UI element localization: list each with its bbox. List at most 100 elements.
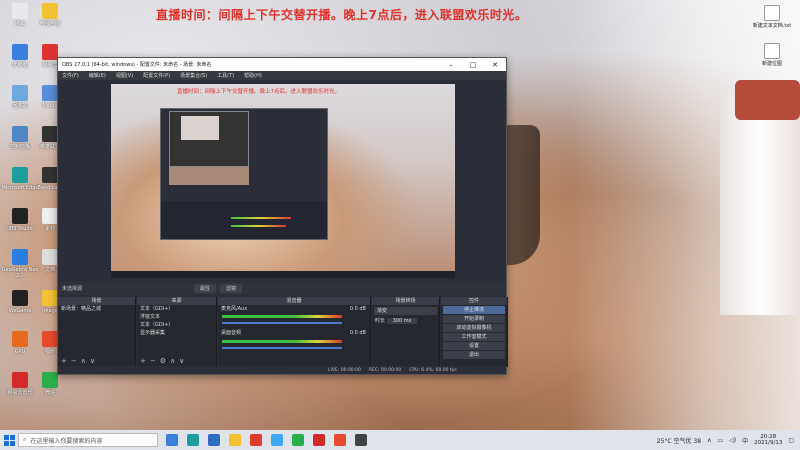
taskbar-search[interactable]: ⌕ 在这里输入你要搜索的内容 xyxy=(18,433,158,447)
app-icon xyxy=(42,85,58,101)
app-icon xyxy=(42,3,58,19)
menu-scene-collection[interactable]: 场景集合(S) xyxy=(180,72,207,79)
close-button[interactable]: ✕ xyxy=(484,61,506,69)
menu-help[interactable]: 帮助(H) xyxy=(244,72,262,79)
system-tray: 25°C 空气优 38 ∧ ▭ ◁) 中 20:28 2021/9/13 ▢ xyxy=(657,434,800,446)
obs-window[interactable]: OBS 27.0.1 (64-bit, windows) - 配置文件: 未命名… xyxy=(57,57,508,375)
taskbar-app-icon[interactable] xyxy=(355,434,367,446)
taskbar-app-icon[interactable] xyxy=(292,434,304,446)
ime-indicator[interactable]: 中 xyxy=(742,436,748,445)
start-recording-button[interactable]: 开始录制 xyxy=(443,315,505,323)
app-icon xyxy=(12,126,28,142)
taskbar-app-icon[interactable] xyxy=(208,434,220,446)
taskbar-app-icon[interactable] xyxy=(313,434,325,446)
duration-row: 时长 300 ms xyxy=(372,317,439,325)
cpu-status: CPU: 6.4%, 60.00 fps xyxy=(409,367,457,373)
app-icon xyxy=(12,290,28,306)
scenes-header: 场景 xyxy=(58,297,135,305)
sources-header: 来源 xyxy=(137,297,216,305)
app-icon xyxy=(12,3,28,19)
preview-taskbar xyxy=(111,271,455,278)
desktop-icon-label: 新建位图 xyxy=(761,61,782,67)
exit-button[interactable]: 退出 xyxy=(443,351,505,359)
desktop-icon-label: 新建文本文档.txt xyxy=(752,23,792,29)
desktop-icon-label: 微信 xyxy=(44,390,55,396)
minimize-button[interactable]: – xyxy=(440,61,462,69)
desktop-banner: 直播时间：间隔上下午交替开播。晚上7点后，进入联盟欢乐时光。 xyxy=(156,8,528,22)
taskbar-app-icon[interactable] xyxy=(187,434,199,446)
audio-meter xyxy=(222,315,342,318)
clock[interactable]: 20:28 2021/9/13 xyxy=(754,434,782,446)
menu-edit[interactable]: 编辑(E) xyxy=(89,72,106,79)
obs-titlebar[interactable]: OBS 27.0.1 (64-bit, windows) - 配置文件: 未命名… xyxy=(58,58,506,71)
app-icon xyxy=(42,167,58,183)
app-icon xyxy=(42,126,58,142)
stop-streaming-button[interactable]: 停止推流 xyxy=(443,306,505,314)
taskbar-app-icon[interactable] xyxy=(334,434,346,446)
scenes-footer-buttons[interactable]: +−∧∨ xyxy=(61,357,99,365)
sources-dock: 来源 文本（GDI+） 浮窗文本 文本（GDI+） 显示器采集 +−⚙∧∨ xyxy=(137,297,217,367)
mixer-channel-name: 麦克风/Aux 0.0 dB xyxy=(221,306,366,312)
desktop-icon[interactable]: 微信 xyxy=(30,372,70,396)
studio-mode-button[interactable]: 工作室模式 xyxy=(443,333,505,341)
app-icon xyxy=(12,372,28,388)
settings-button[interactable]: 设置 xyxy=(443,342,505,350)
taskbar-apps xyxy=(166,434,367,446)
obs-title: OBS 27.0.1 (64-bit, windows) - 配置文件: 未命名… xyxy=(62,62,212,68)
duration-input[interactable]: 300 ms xyxy=(386,318,418,324)
app-icon xyxy=(12,208,28,224)
taskbar-app-icon[interactable] xyxy=(271,434,283,446)
file-icon xyxy=(764,43,780,59)
obs-statusbar: LIVE: 00:00:00 REC: 00:00:00 CPU: 6.4%, … xyxy=(58,366,506,374)
sources-footer-buttons[interactable]: +−⚙∧∨ xyxy=(140,357,188,365)
taskbar-app-icon[interactable] xyxy=(229,434,241,446)
start-button[interactable] xyxy=(0,430,18,450)
chevron-up-icon[interactable]: ∧ xyxy=(707,437,711,444)
source-toolbar: 未选择源 属性 滤镜 xyxy=(58,282,506,295)
menu-file[interactable]: 文件(F) xyxy=(62,72,79,79)
mixer-dock: 混音器 麦克风/Aux 0.0 dB 桌面音频 0.0 dB xyxy=(218,297,371,367)
transition-select[interactable]: 渐变 xyxy=(374,307,437,315)
app-icon xyxy=(12,249,28,265)
properties-button[interactable]: 属性 xyxy=(194,284,217,293)
app-icon xyxy=(42,249,58,265)
windows-icon xyxy=(3,434,15,446)
network-icon[interactable]: ▭ xyxy=(717,437,723,444)
transitions-header: 场景转场 xyxy=(372,297,439,305)
search-icon: ⌕ xyxy=(23,436,27,443)
scene-item[interactable]: 新场景：精品之城 xyxy=(58,305,135,313)
desktop-icon[interactable]: 新建文本文档.txt xyxy=(752,5,792,29)
app-icon xyxy=(12,85,28,101)
menu-tools[interactable]: 工具(T) xyxy=(217,72,234,79)
clock-date: 2021/9/13 xyxy=(754,440,783,446)
virtual-camera-button[interactable]: 启动虚拟摄像机 xyxy=(443,324,505,332)
desktop-icon[interactable]: 哔哩哔哩 xyxy=(30,3,70,27)
maximize-button[interactable]: □ xyxy=(462,61,484,69)
preview-banner: 直播时间：间隔上下午交替开播。晚上7点后，进入联盟欢乐时光。 xyxy=(177,89,341,95)
rec-status: REC: 00:00:00 xyxy=(368,367,402,373)
notification-icon[interactable]: ▢ xyxy=(788,437,794,444)
desktop-icon[interactable]: 新建位图 xyxy=(752,43,792,67)
menu-profile[interactable]: 配置文件(P) xyxy=(143,72,170,79)
volume-slider[interactable] xyxy=(222,322,342,324)
mixer-channel-name: 桌面音频 0.0 dB xyxy=(221,330,366,336)
menu-view[interactable]: 视图(V) xyxy=(116,72,133,79)
wallpaper-cup-top xyxy=(735,80,800,120)
app-icon xyxy=(12,331,28,347)
source-item[interactable]: 文本（GDI+） xyxy=(137,321,216,329)
audio-meter xyxy=(222,340,342,343)
volume-slider[interactable] xyxy=(222,347,342,349)
obs-preview[interactable]: 直播时间：间隔上下午交替开播。晚上7点后，进入联盟欢乐时光。 xyxy=(111,84,455,278)
nested-obs-preview-3 xyxy=(181,116,219,140)
desktop-icon-label: 哔哩哔哩 xyxy=(39,21,60,27)
app-icon xyxy=(42,331,58,347)
taskbar-app-icon[interactable] xyxy=(166,434,178,446)
filters-button[interactable]: 滤镜 xyxy=(220,284,243,293)
source-item[interactable]: 文本（GDI+） xyxy=(137,305,216,313)
taskbar-app-icon[interactable] xyxy=(250,434,262,446)
weather-widget[interactable]: 25°C 空气优 38 xyxy=(657,436,701,445)
source-item[interactable]: 显示器采集 xyxy=(137,329,216,337)
file-icon xyxy=(764,5,780,21)
volume-icon[interactable]: ◁) xyxy=(729,437,736,444)
source-item[interactable]: 浮窗文本 xyxy=(137,313,216,321)
